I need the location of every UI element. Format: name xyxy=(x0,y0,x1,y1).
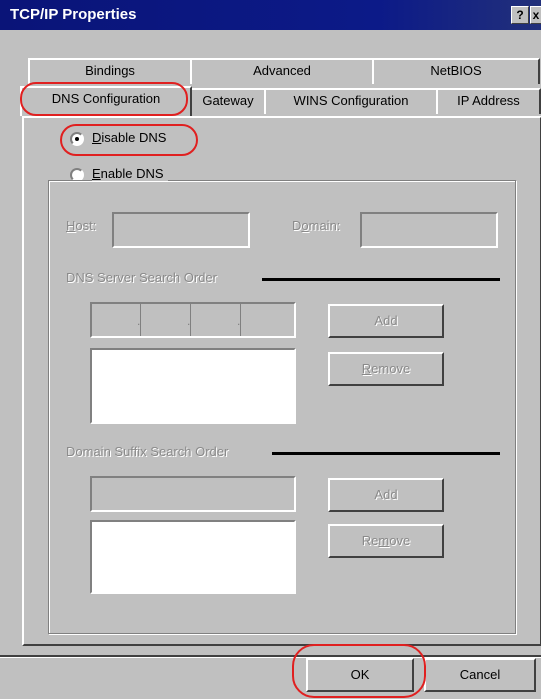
cancel-button[interactable]: Cancel xyxy=(424,658,536,692)
tab-wins-configuration[interactable]: WINS Configuration xyxy=(264,88,438,114)
tab-bindings[interactable]: Bindings xyxy=(28,58,192,84)
domain-suffix-list[interactable] xyxy=(90,520,296,594)
domain-label: Domain: xyxy=(292,218,341,233)
dns-server-add-button[interactable]: Add xyxy=(328,304,444,338)
dns-server-ip-field[interactable]: . . . xyxy=(90,302,296,338)
button-label: Add xyxy=(374,313,398,328)
section-divider xyxy=(272,452,500,455)
button-label: Add xyxy=(374,487,398,502)
host-field[interactable] xyxy=(112,212,250,248)
section-divider xyxy=(262,278,500,281)
button-label: OK xyxy=(350,667,370,682)
tcpip-properties-dialog: TCP/IP Properties ? x Bindings Advanced … xyxy=(0,0,541,699)
ip-octet-1[interactable] xyxy=(92,304,141,336)
tab-ip-address[interactable]: IP Address xyxy=(436,88,541,114)
tab-label: DNS Configuration xyxy=(51,91,161,106)
tab-gateway[interactable]: Gateway xyxy=(190,88,266,114)
disable-dns-label[interactable]: Disable DNS xyxy=(92,130,166,145)
close-button[interactable]: x xyxy=(530,6,541,24)
ip-octet-3[interactable] xyxy=(192,304,241,336)
tab-label: Advanced xyxy=(253,63,311,78)
tab-label: NetBIOS xyxy=(430,63,482,78)
dns-server-remove-button[interactable]: Remove xyxy=(328,352,444,386)
domain-suffix-field[interactable] xyxy=(90,476,296,512)
help-icon: ? xyxy=(516,8,524,22)
domain-suffix-search-order-label: Domain Suffix Search Order xyxy=(66,444,229,459)
tab-dns-configuration[interactable]: DNS Configuration xyxy=(20,86,192,116)
domain-field[interactable] xyxy=(360,212,498,248)
close-icon: x xyxy=(532,8,540,22)
button-label: Cancel xyxy=(459,667,501,682)
host-label: Host: xyxy=(66,218,97,233)
disable-dns-radio[interactable] xyxy=(70,132,84,146)
tab-label: WINS Configuration xyxy=(293,93,409,108)
tab-netbios[interactable]: NetBIOS xyxy=(372,58,540,84)
ip-separator: . xyxy=(237,314,241,328)
ip-separator: . xyxy=(187,314,191,328)
ip-octet-2[interactable] xyxy=(142,304,191,336)
tab-label: Bindings xyxy=(85,63,135,78)
enable-dns-label[interactable]: Enable DNS xyxy=(92,166,168,181)
domain-suffix-add-button[interactable]: Add xyxy=(328,478,444,512)
tab-advanced[interactable]: Advanced xyxy=(190,58,374,84)
dns-server-search-order-label: DNS Server Search Order xyxy=(66,270,217,285)
ip-separator: . xyxy=(137,314,141,328)
help-button[interactable]: ? xyxy=(511,6,529,24)
window-title: TCP/IP Properties xyxy=(10,6,137,23)
ok-button[interactable]: OK xyxy=(306,658,414,692)
tab-label: Gateway xyxy=(202,93,254,108)
dns-server-list[interactable] xyxy=(90,348,296,424)
title-bar[interactable]: TCP/IP Properties ? x xyxy=(0,0,541,30)
tab-label: IP Address xyxy=(457,93,520,108)
domain-suffix-remove-button[interactable]: Remove xyxy=(328,524,444,558)
